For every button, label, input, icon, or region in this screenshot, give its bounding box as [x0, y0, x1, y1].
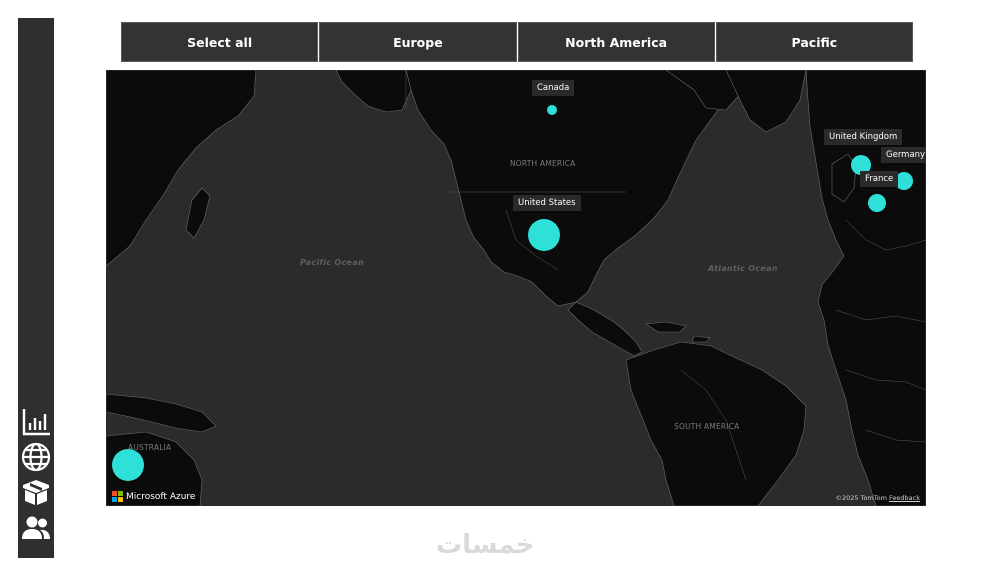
- country-label-united-states: United States: [513, 195, 581, 211]
- map-landmass: [106, 70, 926, 506]
- south-america-label: SOUTH AMERICA: [674, 422, 740, 431]
- country-label-germany: Germany: [881, 147, 926, 163]
- bar-chart-icon[interactable]: [20, 406, 52, 438]
- country-label-france: France: [860, 171, 899, 187]
- bubble-canada[interactable]: [547, 105, 557, 115]
- pacific-ocean-label: Pacific Ocean: [300, 258, 364, 267]
- country-label-canada: Canada: [532, 80, 575, 96]
- microsoft-azure-brand: Microsoft Azure: [112, 491, 195, 502]
- globe-icon[interactable]: [20, 441, 52, 473]
- box-icon[interactable]: [20, 476, 52, 508]
- country-label-united-kingdom: United Kingdom: [824, 129, 903, 145]
- north-america-label: NORTH AMERICA: [510, 159, 576, 168]
- sidebar: [18, 18, 54, 558]
- filter-select-all-button[interactable]: Select all: [121, 22, 319, 62]
- map-attribution: ©2025 TomTom Feedback: [835, 494, 920, 502]
- atlantic-ocean-label: Atlantic Ocean: [708, 264, 778, 273]
- brand-text: Microsoft Azure: [126, 491, 196, 502]
- region-filter-bar: Select all Europe North America Pacific: [121, 22, 913, 62]
- filter-north-america-button[interactable]: North America: [517, 22, 715, 62]
- filter-pacific-button[interactable]: Pacific: [715, 22, 913, 62]
- bubble-united-states[interactable]: [528, 219, 560, 251]
- feedback-link[interactable]: Feedback: [889, 494, 920, 502]
- bubble-australia[interactable]: [112, 449, 144, 481]
- attribution-text: ©2025 TomTom: [835, 494, 887, 502]
- users-icon[interactable]: [20, 512, 52, 544]
- filter-europe-button[interactable]: Europe: [319, 22, 517, 62]
- microsoft-logo-icon: [112, 491, 123, 502]
- map-canvas[interactable]: Pacific Ocean Atlantic Ocean NORTH AMERI…: [106, 70, 926, 506]
- bubble-france[interactable]: [868, 194, 886, 212]
- khamsat-watermark: خمسات: [436, 530, 535, 560]
